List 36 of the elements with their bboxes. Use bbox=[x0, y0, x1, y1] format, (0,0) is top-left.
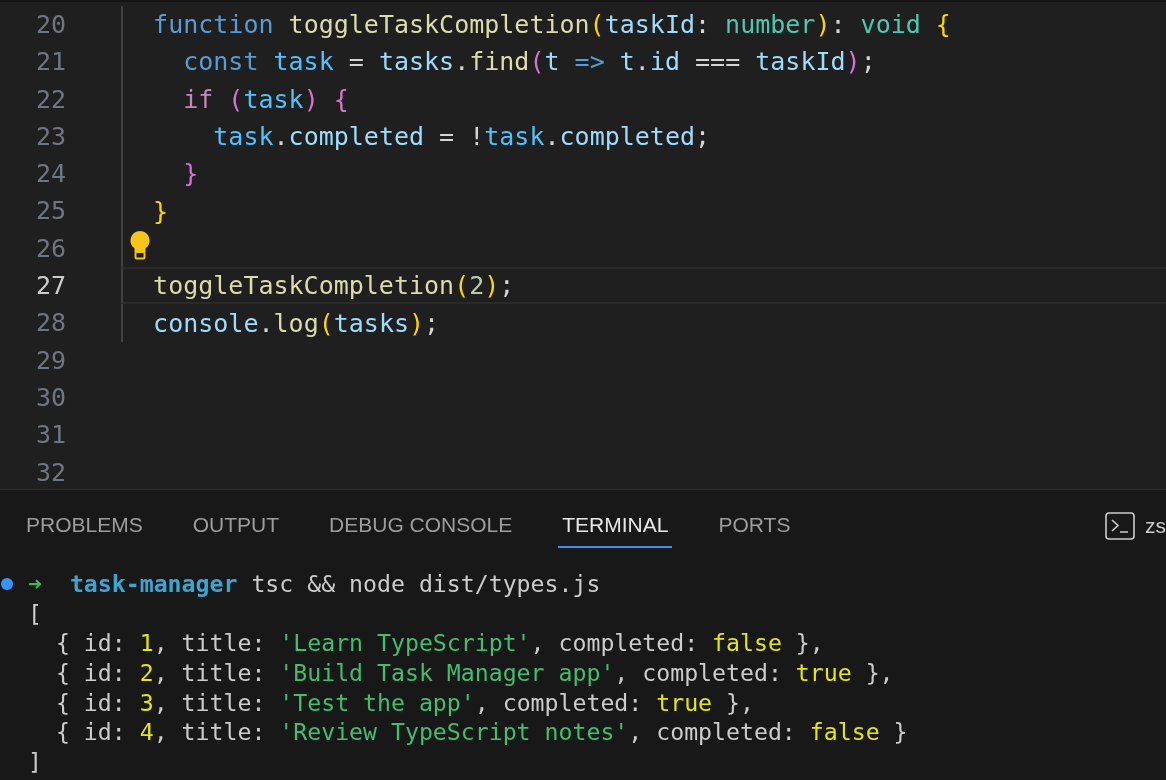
line-number: 25 bbox=[34, 195, 66, 228]
line-number: 30 bbox=[34, 381, 66, 414]
line-number: 23 bbox=[34, 120, 66, 153]
panel-tab[interactable]: TERMINAL bbox=[558, 504, 673, 548]
terminal-line: { id: 1, title: 'Learn TypeScript', completed: false }, bbox=[54, 629, 824, 658]
code-line: toggleTaskCompletion(2); bbox=[152, 270, 515, 303]
panel-tab[interactable]: OUTPUT bbox=[188, 504, 284, 548]
terminal-line: { id: 3, title: 'Test the app', completed: true }, bbox=[54, 688, 754, 717]
line-number: 28 bbox=[34, 307, 66, 340]
code-line: } bbox=[152, 195, 169, 228]
terminal-line: { id: 2, title: 'Build Task Manager app', completed: true }, bbox=[54, 658, 894, 687]
code-line: task.completed = !task.completed; bbox=[212, 121, 711, 154]
line-number: 24 bbox=[34, 158, 66, 191]
terminal-icon[interactable] bbox=[1105, 512, 1135, 540]
terminal-line: ] bbox=[28, 747, 42, 776]
line-number: 21 bbox=[34, 46, 66, 79]
terminal-line: { id: 4, title: 'Review TypeScript notes', completed: false } bbox=[54, 718, 908, 747]
panel-tab[interactable]: PORTS bbox=[714, 504, 795, 548]
line-number: 27 bbox=[34, 270, 66, 303]
code-line: console.log(tasks); bbox=[152, 307, 440, 340]
lightbulb-icon[interactable] bbox=[129, 229, 151, 260]
code-line: if (task) { bbox=[182, 83, 349, 116]
code-line: const task = tasks.find(t => t.id === taskId); bbox=[182, 46, 876, 79]
code-line: function toggleTaskCompletion(taskId: number): void { bbox=[152, 9, 951, 42]
panel-tab[interactable]: PROBLEMS bbox=[22, 504, 147, 548]
line-number: 20 bbox=[34, 9, 66, 41]
terminal-line: ➜ task-manager tsc && node dist/types.js bbox=[28, 569, 601, 598]
line-number: 29 bbox=[34, 344, 66, 377]
line-number: 26 bbox=[34, 232, 66, 265]
shell-name[interactable]: zs bbox=[1145, 514, 1166, 538]
code-line: } bbox=[182, 158, 199, 191]
line-number: 32 bbox=[34, 456, 66, 489]
line-number: 22 bbox=[34, 83, 66, 116]
line-number: 31 bbox=[34, 419, 66, 452]
terminal-line: [ bbox=[28, 599, 42, 628]
panel-tab[interactable]: DEBUG CONSOLE bbox=[325, 504, 517, 548]
